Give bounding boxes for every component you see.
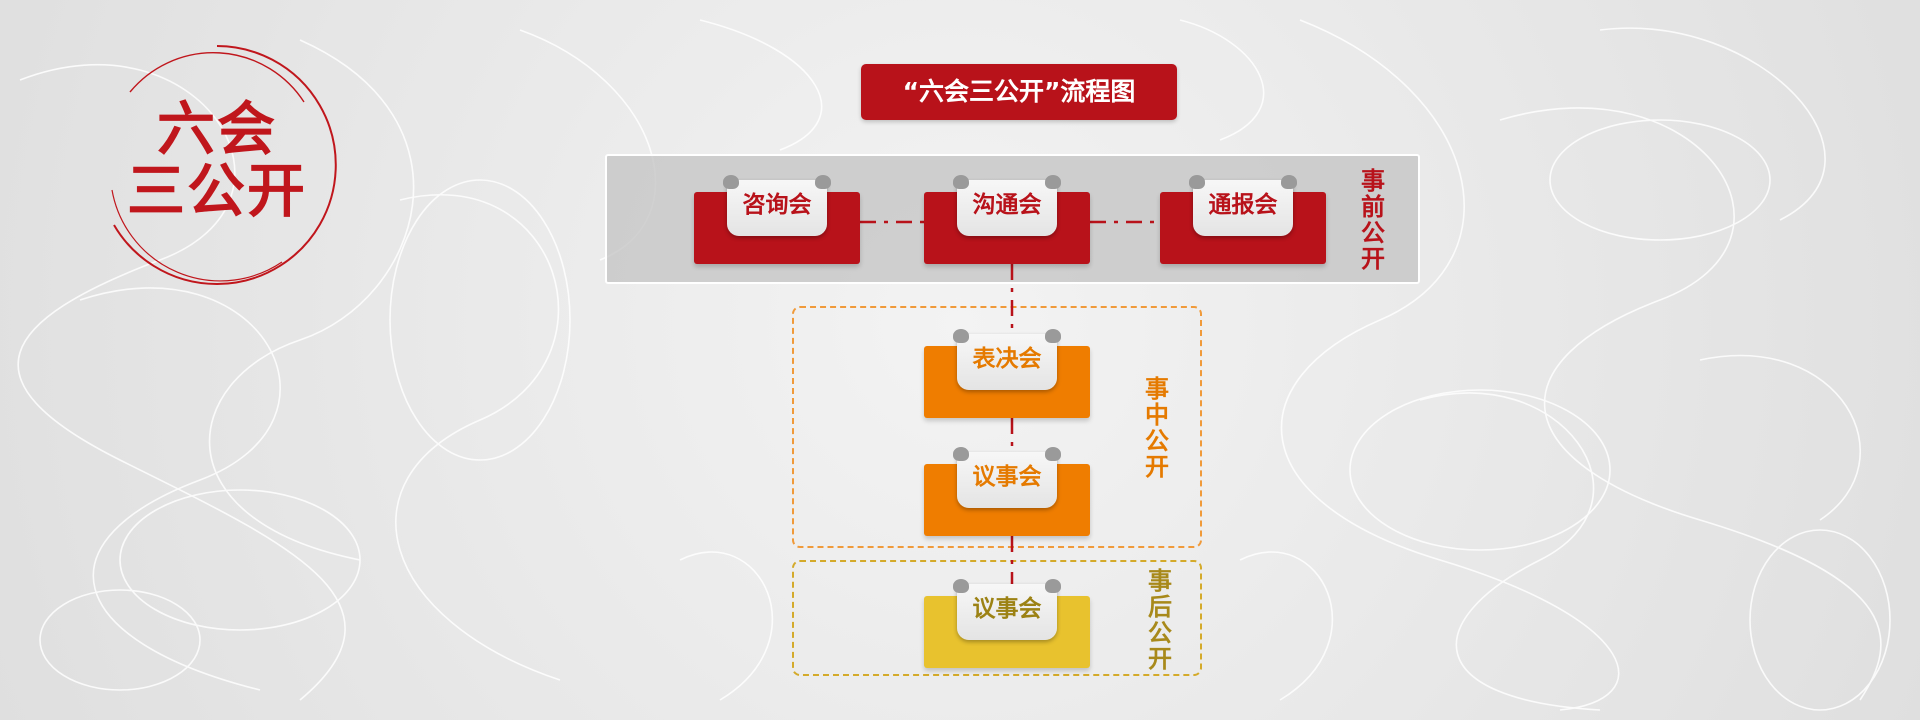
node-card: 议事会 [953,579,1061,640]
node-card: 沟通会 [953,175,1061,236]
node-label: 通报会 [1208,192,1278,218]
node-deliberation-meeting-after: 议事会 [924,579,1090,668]
scroll-roll-icon [1045,175,1061,189]
node-report-meeting: 通报会 [1160,175,1326,264]
node-label: 沟通会 [972,192,1042,218]
scroll-roll-icon [815,175,831,189]
node-card: 表决会 [953,329,1061,390]
scroll-roll-icon [1045,329,1061,343]
stage-during-label: 事中公开 [1145,375,1169,481]
scroll-roll-icon [723,175,739,189]
stage-before-label: 事前公开 [1361,167,1385,273]
node-deliberation-meeting: 议事会 [924,447,1090,536]
scroll-roll-icon [1045,447,1061,461]
scroll-roll-icon [953,175,969,189]
scroll-roll-icon [1045,579,1061,593]
node-label: 议事会 [972,464,1042,490]
node-label: 议事会 [972,596,1042,622]
scroll-roll-icon [1189,175,1205,189]
scroll-roll-icon [953,579,969,593]
scroll-roll-icon [1281,175,1297,189]
scroll-roll-icon [953,329,969,343]
node-card: 通报会 [1189,175,1297,236]
node-vote-meeting: 表决会 [924,329,1090,418]
stage-after-label: 事后公开 [1148,567,1172,673]
node-consult-meeting: 咨询会 [694,175,860,264]
node-label: 咨询会 [742,192,812,218]
node-label: 表决会 [972,346,1042,372]
node-communication-meeting: 沟通会 [924,175,1090,264]
node-card: 议事会 [953,447,1061,508]
node-card: 咨询会 [723,175,831,236]
scroll-roll-icon [953,447,969,461]
